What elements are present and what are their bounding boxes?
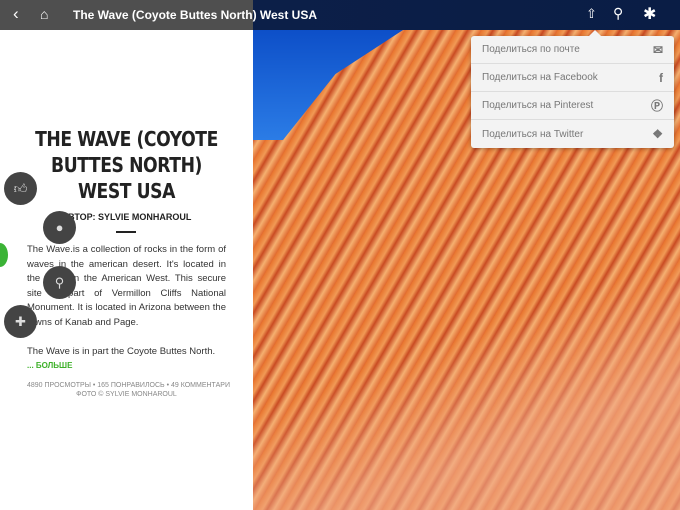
article-title: THE WAVE (COYOTE BUTTES NORTH) WEST USA — [35, 127, 218, 203]
twitter-icon: ❖ — [652, 127, 663, 141]
bookmark-add-icon: ✚ — [15, 313, 26, 329]
location-pin-icon: ⚲ — [54, 274, 65, 290]
photo-credit: ФОТО © SYLVIE MONHAROUL — [76, 391, 177, 398]
facebook-icon: f — [659, 70, 663, 85]
back-icon[interactable]: ‹ — [13, 4, 19, 24]
pinterest-icon: Ⓟ — [650, 99, 663, 113]
article-body: The Wave.is a collection of rocks in the… — [27, 243, 226, 359]
article-stats: 4890 ПРОСМОТРЫ • 165 ПОНРАВИЛОСЬ • 49 КО… — [27, 382, 230, 389]
page-title: The Wave (Coyote Buttes North) West USA — [73, 8, 318, 22]
favorite-icon[interactable]: ✱ — [643, 4, 656, 24]
mail-icon: ✉ — [652, 42, 663, 57]
comment-button[interactable]: ● — [43, 211, 76, 244]
menu-item-label: Поделиться на Facebook — [482, 72, 598, 83]
more-link[interactable]: ... БОЛЬШЕ — [27, 361, 72, 370]
home-icon[interactable]: ⌂ — [40, 6, 48, 22]
share-pinterest[interactable]: Поделиться на Pinterest Ⓟ — [471, 92, 674, 120]
article-author: АВТОР: SYLVIE MONHAROUL — [61, 212, 192, 222]
divider — [116, 231, 136, 233]
menu-item-label: Поделиться на Pinterest — [482, 100, 594, 111]
top-bar: ‹ ⌂ The Wave (Coyote Buttes North) West … — [0, 0, 680, 30]
share-icon[interactable]: ⇧ — [586, 6, 597, 22]
comment-icon: ● — [55, 220, 64, 235]
like-button[interactable]: 👍︎ — [4, 172, 37, 205]
bookmark-button[interactable]: ✚ — [4, 305, 37, 338]
share-menu: Поделиться по почте ✉ Поделиться на Faceb… — [471, 30, 674, 148]
share-email[interactable]: Поделиться по почте ✉ — [471, 36, 674, 64]
search-icon[interactable]: ⚲ — [613, 5, 623, 22]
thumbs-up-icon: 👍︎ — [13, 180, 28, 196]
menu-item-label: Поделиться по почте — [482, 44, 580, 55]
share-twitter[interactable]: Поделиться на Twitter ❖ — [471, 120, 674, 148]
paragraph: The Wave is in part the Coyote Buttes No… — [27, 345, 216, 357]
location-button[interactable]: ⚲ — [43, 266, 76, 299]
menu-item-label: Поделиться на Twitter — [482, 128, 584, 140]
share-facebook[interactable]: Поделиться на Facebook f — [471, 64, 674, 92]
